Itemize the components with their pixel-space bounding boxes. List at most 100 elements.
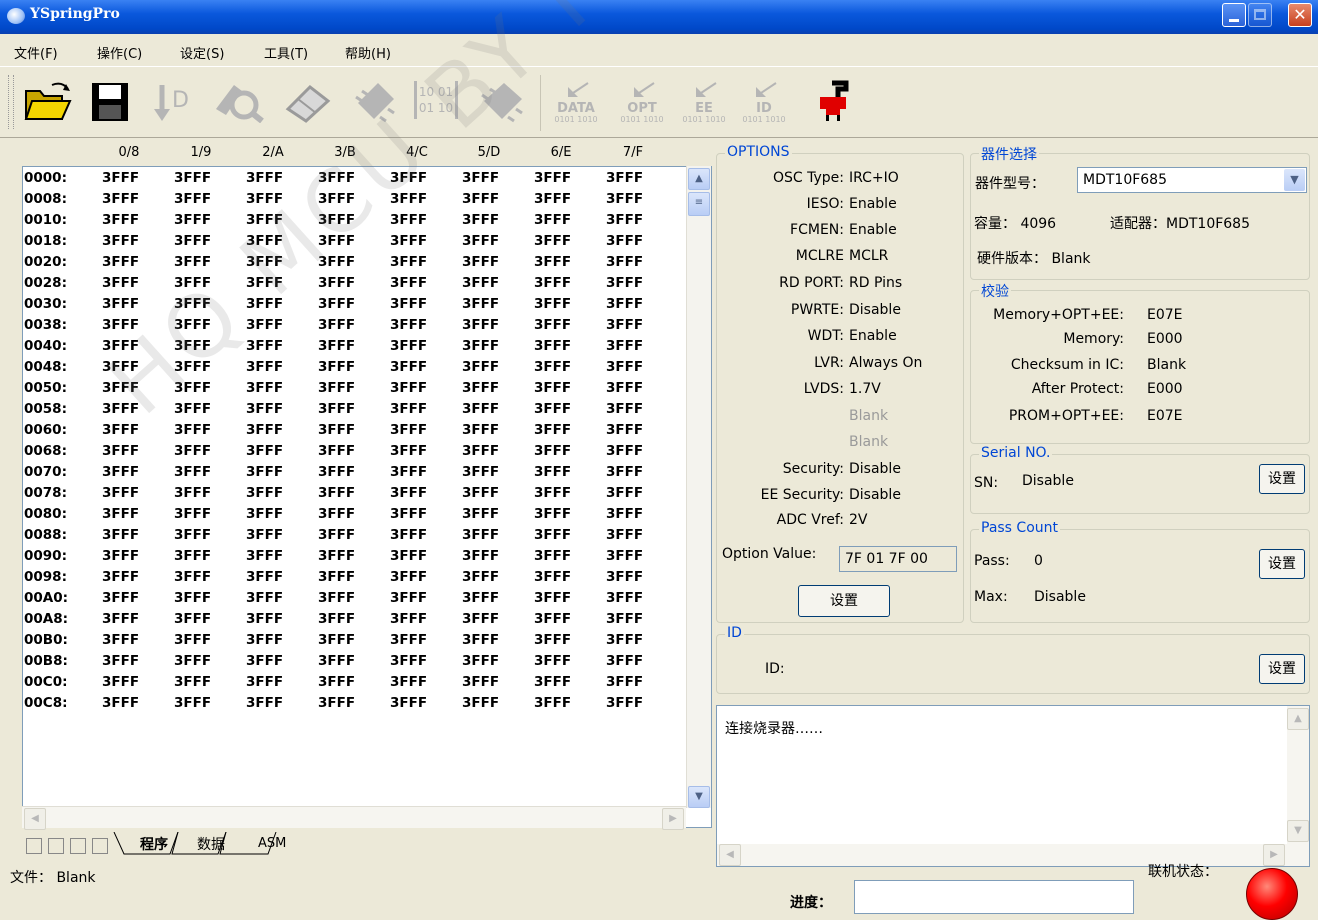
- hex-cell[interactable]: 3FFF: [534, 296, 571, 312]
- hex-cell[interactable]: 3FFF: [462, 674, 499, 690]
- hex-cell[interactable]: 3FFF: [102, 674, 139, 690]
- hex-cell[interactable]: 3FFF: [102, 296, 139, 312]
- hex-cell[interactable]: 3FFF: [318, 233, 355, 249]
- toolbar-grip[interactable]: [8, 75, 14, 129]
- hex-cell[interactable]: 3FFF: [174, 212, 211, 228]
- tab-scroll-first[interactable]: [26, 838, 42, 854]
- hex-cell[interactable]: 3FFF: [102, 506, 139, 522]
- hex-cell[interactable]: 3FFF: [246, 338, 283, 354]
- hex-cell[interactable]: 3FFF: [390, 359, 427, 375]
- option-value[interactable]: 2V: [849, 512, 867, 528]
- hex-cell[interactable]: 3FFF: [174, 611, 211, 627]
- hex-cell[interactable]: 3FFF: [534, 254, 571, 270]
- option-value[interactable]: Disable: [849, 461, 901, 477]
- scroll-down-button[interactable]: ▼: [688, 786, 710, 808]
- hex-cell[interactable]: 3FFF: [174, 464, 211, 480]
- hex-cell[interactable]: 3FFF: [246, 695, 283, 711]
- hex-cell[interactable]: 3FFF: [318, 275, 355, 291]
- hex-cell[interactable]: 3FFF: [102, 422, 139, 438]
- device-model-select[interactable]: MDT10F685 ▼: [1077, 167, 1307, 193]
- hex-cell[interactable]: 3FFF: [102, 485, 139, 501]
- option-value[interactable]: Disable: [849, 302, 901, 318]
- hex-cell[interactable]: 3FFF: [246, 548, 283, 564]
- hex-cell[interactable]: 3FFF: [102, 695, 139, 711]
- hex-cell[interactable]: 3FFF: [246, 212, 283, 228]
- hex-cell[interactable]: 3FFF: [174, 296, 211, 312]
- hex-cell[interactable]: 3FFF: [102, 359, 139, 375]
- hex-cell[interactable]: 3FFF: [534, 653, 571, 669]
- log-scroll-down-button[interactable]: ▼: [1287, 820, 1309, 842]
- hex-cell[interactable]: 3FFF: [534, 695, 571, 711]
- hex-cell[interactable]: 3FFF: [534, 611, 571, 627]
- hex-cell[interactable]: 3FFF: [174, 527, 211, 543]
- hex-cell[interactable]: 3FFF: [534, 359, 571, 375]
- hex-cell[interactable]: 3FFF: [318, 338, 355, 354]
- hex-cell[interactable]: 3FFF: [390, 317, 427, 333]
- hex-cell[interactable]: 3FFF: [606, 359, 643, 375]
- pass-count-set-button[interactable]: 设置: [1259, 549, 1305, 579]
- hex-cell[interactable]: 3FFF: [174, 317, 211, 333]
- opt-button[interactable]: OPT 0101 1010: [614, 79, 670, 124]
- hex-cell[interactable]: 3FFF: [390, 632, 427, 648]
- hex-cell[interactable]: 3FFF: [534, 422, 571, 438]
- hex-cell[interactable]: 3FFF: [318, 170, 355, 186]
- hex-cell[interactable]: 3FFF: [462, 632, 499, 648]
- id-set-button[interactable]: 设置: [1259, 654, 1305, 684]
- hex-cell[interactable]: 3FFF: [462, 443, 499, 459]
- hex-cell[interactable]: 3FFF: [390, 296, 427, 312]
- tab-program[interactable]: 程序: [140, 834, 168, 854]
- hex-cell[interactable]: 3FFF: [606, 653, 643, 669]
- hex-cell[interactable]: 3FFF: [102, 548, 139, 564]
- hex-cell[interactable]: 3FFF: [102, 401, 139, 417]
- hex-cell[interactable]: 3FFF: [318, 254, 355, 270]
- hex-cell[interactable]: 3FFF: [174, 506, 211, 522]
- hex-cell[interactable]: 3FFF: [462, 422, 499, 438]
- download-button[interactable]: D: [150, 79, 194, 123]
- hex-cell[interactable]: 3FFF: [246, 380, 283, 396]
- hex-cell[interactable]: 3FFF: [390, 443, 427, 459]
- hex-cell[interactable]: 3FFF: [174, 170, 211, 186]
- hex-cell[interactable]: 3FFF: [606, 212, 643, 228]
- hex-cell[interactable]: 3FFF: [390, 380, 427, 396]
- scroll-up-button[interactable]: ▲: [688, 168, 710, 190]
- hex-cell[interactable]: 3FFF: [606, 338, 643, 354]
- hex-cell[interactable]: 3FFF: [174, 590, 211, 606]
- menu-help[interactable]: 帮助(H): [345, 43, 391, 62]
- hex-cell[interactable]: 3FFF: [606, 569, 643, 585]
- hex-cell[interactable]: 3FFF: [246, 422, 283, 438]
- hex-cell[interactable]: 3FFF: [606, 296, 643, 312]
- hex-cell[interactable]: 3FFF: [390, 611, 427, 627]
- hex-cell[interactable]: 3FFF: [318, 632, 355, 648]
- hex-cell[interactable]: 3FFF: [462, 254, 499, 270]
- minimize-button[interactable]: [1222, 3, 1246, 27]
- tab-scroll-prev[interactable]: [48, 838, 64, 854]
- log-scrollbar[interactable]: ▲ ▼: [1287, 706, 1309, 866]
- option-value[interactable]: 1.7V: [849, 381, 881, 397]
- chip-button[interactable]: [350, 79, 400, 123]
- hex-cell[interactable]: 3FFF: [390, 485, 427, 501]
- hex-cell[interactable]: 3FFF: [102, 317, 139, 333]
- hex-cell[interactable]: 3FFF: [462, 506, 499, 522]
- hex-cell[interactable]: 3FFF: [606, 674, 643, 690]
- hex-cell[interactable]: 3FFF: [606, 401, 643, 417]
- hex-cell[interactable]: 3FFF: [318, 611, 355, 627]
- hex-cell[interactable]: 3FFF: [102, 380, 139, 396]
- hex-cell[interactable]: 3FFF: [318, 548, 355, 564]
- hex-cell[interactable]: 3FFF: [534, 401, 571, 417]
- hex-cell[interactable]: 3FFF: [174, 548, 211, 564]
- hex-cell[interactable]: 3FFF: [246, 569, 283, 585]
- option-value[interactable]: Blank: [849, 408, 888, 424]
- hex-cell[interactable]: 3FFF: [534, 275, 571, 291]
- hex-cell[interactable]: 3FFF: [246, 590, 283, 606]
- hex-cell[interactable]: 3FFF: [462, 590, 499, 606]
- hex-cell[interactable]: 3FFF: [318, 212, 355, 228]
- hex-cell[interactable]: 3FFF: [246, 506, 283, 522]
- hex-cell[interactable]: 3FFF: [102, 443, 139, 459]
- option-value[interactable]: RD Pins: [849, 275, 902, 291]
- close-button[interactable]: ✕: [1288, 3, 1312, 27]
- hex-cell[interactable]: 3FFF: [606, 422, 643, 438]
- hex-cell[interactable]: 3FFF: [246, 632, 283, 648]
- hex-cell[interactable]: 3FFF: [462, 296, 499, 312]
- hex-cell[interactable]: 3FFF: [174, 338, 211, 354]
- hex-cell[interactable]: 3FFF: [318, 443, 355, 459]
